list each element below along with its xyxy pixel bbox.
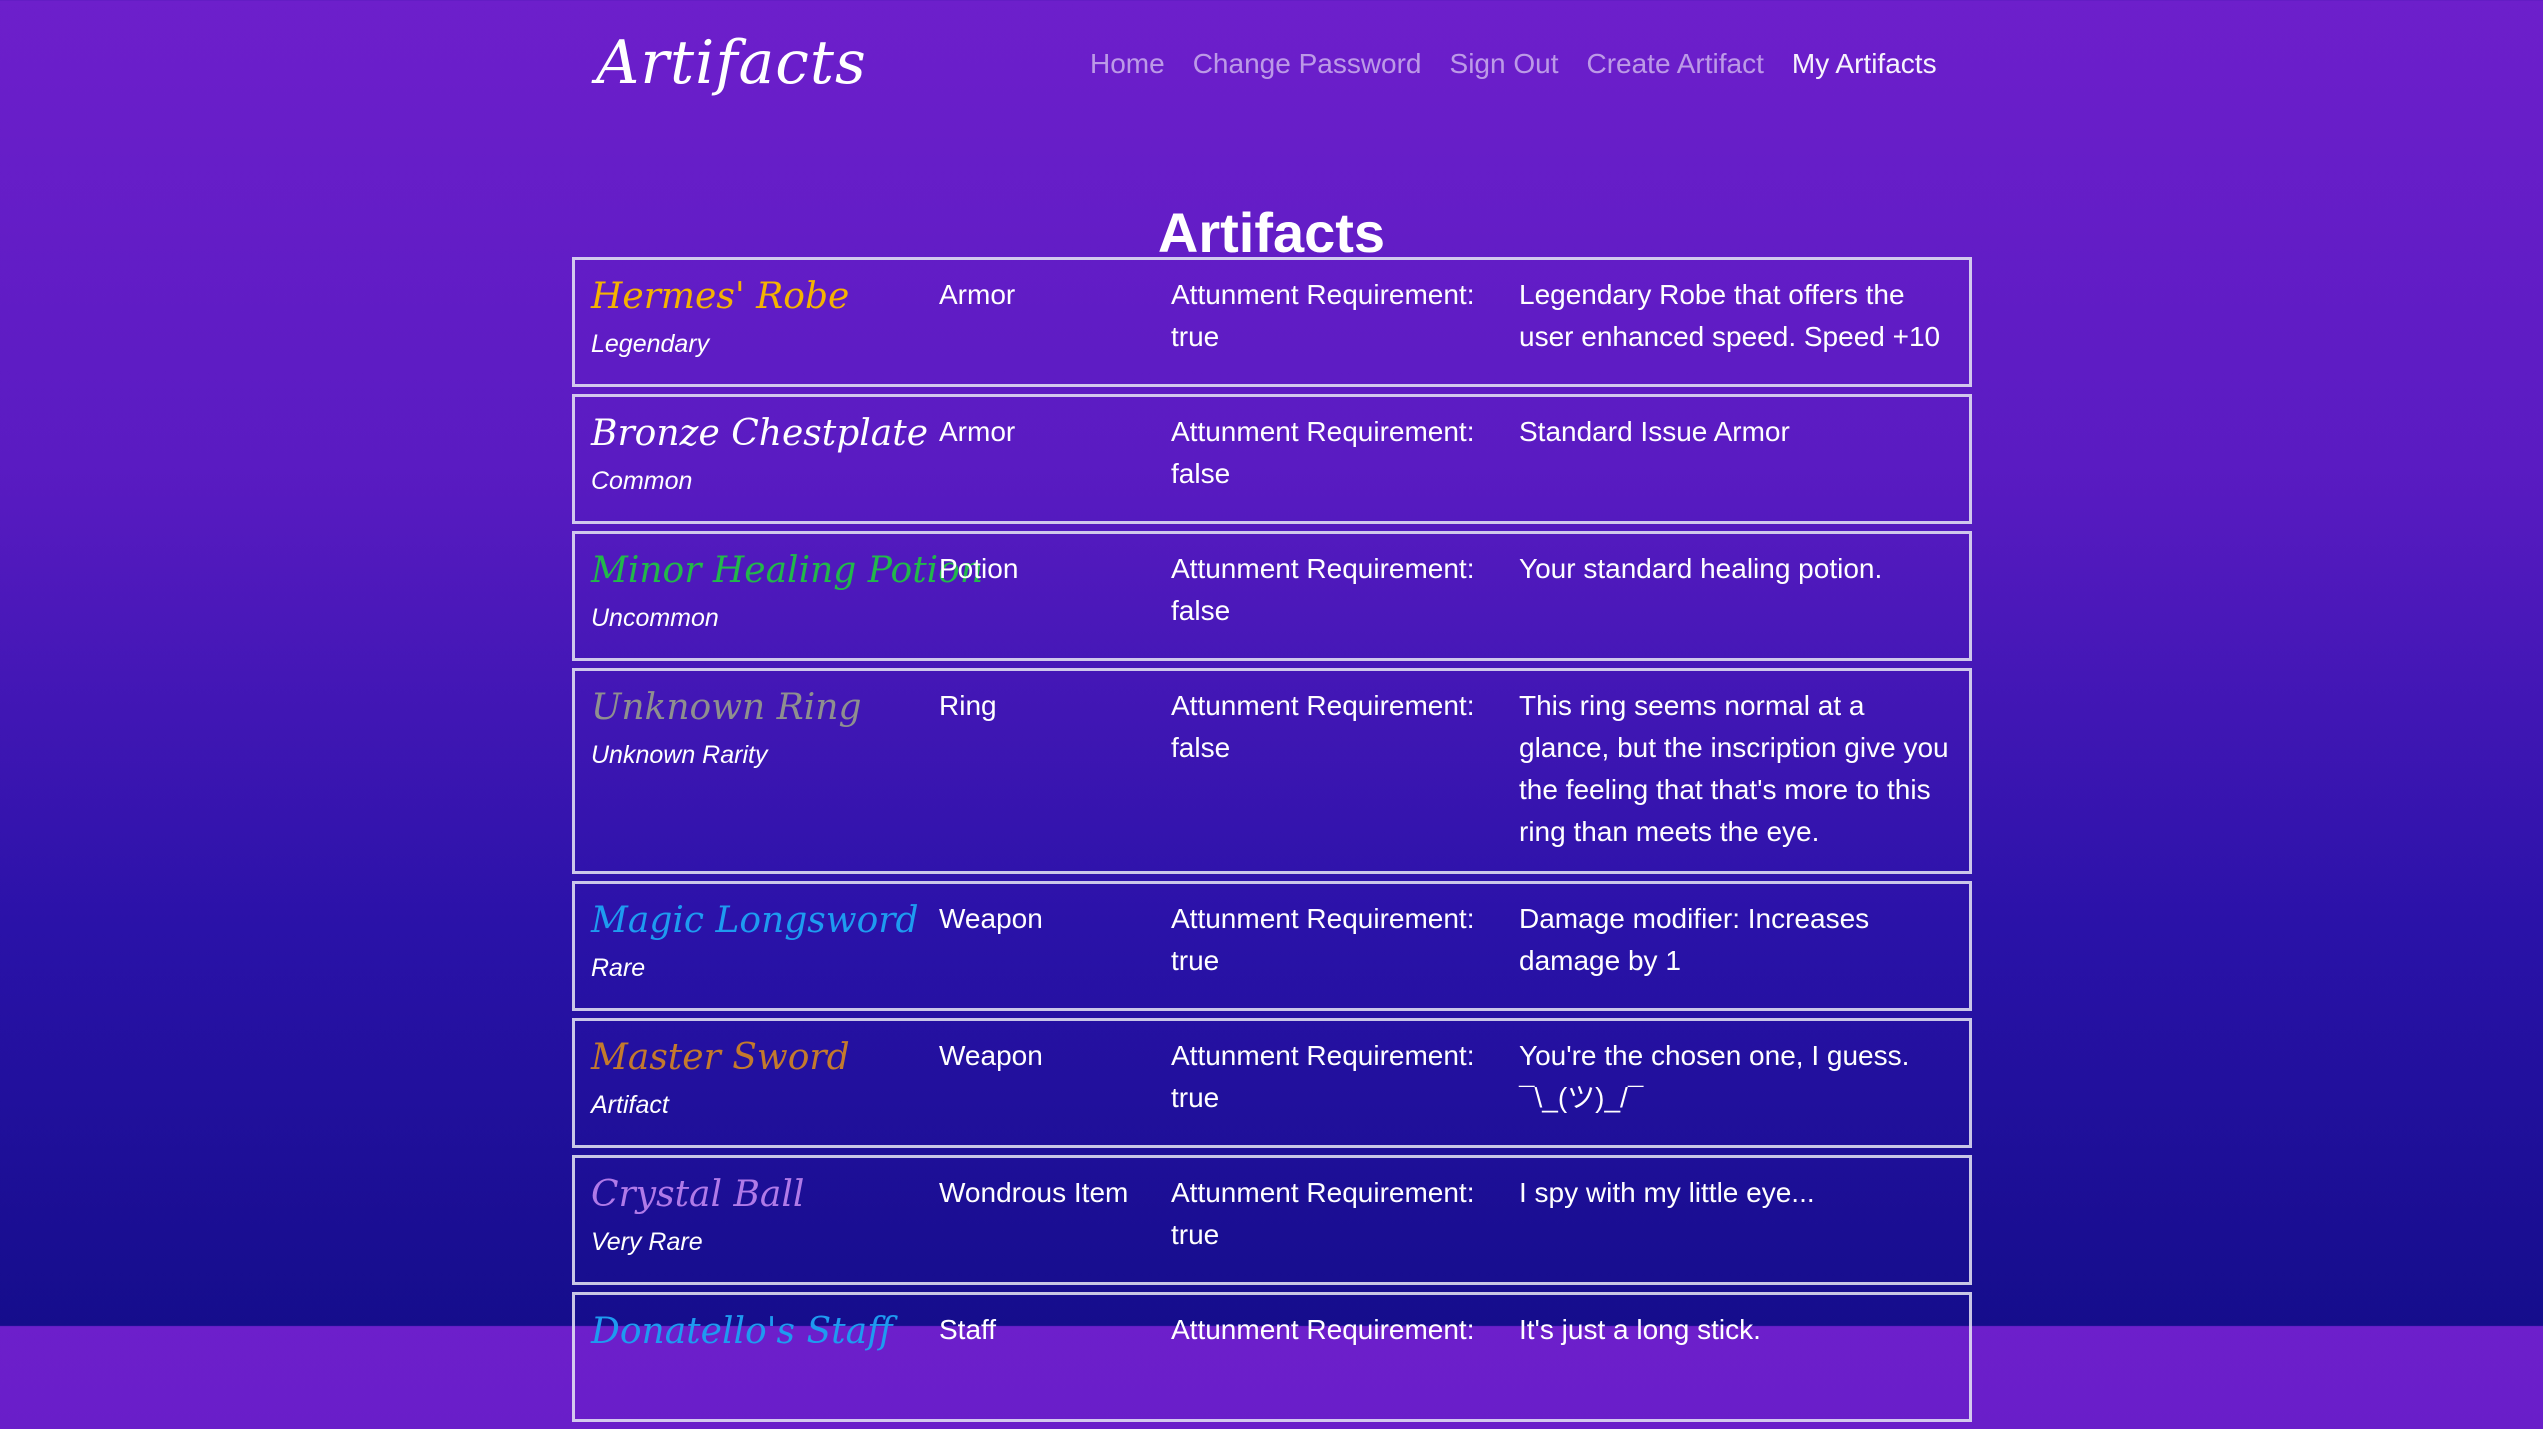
attunement-label: Attunment Requirement:: [1171, 903, 1475, 934]
artifact-row[interactable]: Magic Longsword Rare Weapon Attunment Re…: [572, 881, 1972, 1011]
artifact-type: Armor: [939, 416, 1016, 447]
artifact-row[interactable]: Unknown Ring Unknown Rarity Ring Attunme…: [572, 668, 1972, 874]
artifact-description: Damage modifier: Increases damage by 1: [1519, 903, 1870, 976]
artifact-row[interactable]: Donatello's Staff Staff Attunment Requir…: [572, 1292, 1972, 1422]
navbar: Artifacts Home Change Password Sign Out …: [0, 0, 2543, 140]
artifact-attunement: Attunment Requirement: true: [1171, 274, 1519, 366]
attunement-value: true: [1171, 1082, 1220, 1113]
nav-my-artifacts-link[interactable]: My Artifacts: [1792, 48, 1937, 80]
artifact-attunement: Attunment Requirement: true: [1171, 1172, 1519, 1264]
artifact-name: Donatello's Staff: [591, 1311, 893, 1352]
nav-change-password-link[interactable]: Change Password: [1193, 48, 1422, 80]
artifact-row[interactable]: Minor Healing Potion Uncommon Potion Att…: [572, 531, 1972, 661]
attunement-value: false: [1171, 458, 1231, 489]
artifact-attunement: Attunment Requirement: false: [1171, 411, 1519, 503]
artifact-rarity: Very Rare: [591, 1228, 703, 1256]
artifact-type: Wondrous Item: [939, 1177, 1129, 1208]
artifact-type: Staff: [939, 1314, 997, 1345]
artifact-name-cell: Master Sword Artifact: [591, 1035, 939, 1127]
nav-sign-out-link[interactable]: Sign Out: [1450, 48, 1559, 80]
artifact-type: Weapon: [939, 903, 1043, 934]
artifact-attunement: Attunment Requirement: true: [1171, 898, 1519, 990]
artifact-name-cell: Hermes' Robe Legendary: [591, 274, 939, 366]
attunement-value: true: [1171, 1219, 1220, 1250]
artifact-type: Weapon: [939, 1040, 1043, 1071]
artifact-row[interactable]: Master Sword Artifact Weapon Attunment R…: [572, 1018, 1972, 1148]
artifact-description: You're the chosen one, I guess. ¯\_(ツ)_/…: [1519, 1040, 1910, 1113]
artifact-description: I spy with my little eye...: [1519, 1177, 1815, 1208]
attunement-label: Attunment Requirement:: [1171, 553, 1475, 584]
artifact-name: Hermes' Robe: [591, 276, 850, 317]
attunement-value: false: [1171, 595, 1231, 626]
artifact-rarity: Uncommon: [591, 604, 719, 632]
artifact-row[interactable]: Bronze Chestplate Common Armor Attunment…: [572, 394, 1972, 524]
page-title: Artifacts: [1157, 200, 1386, 264]
attunement-label: Attunment Requirement:: [1171, 690, 1475, 721]
artifact-name: Unknown Ring: [591, 687, 862, 728]
artifact-rarity: Artifact: [591, 1091, 669, 1119]
artifact-name-cell: Crystal Ball Very Rare: [591, 1172, 939, 1264]
artifact-name: Minor Healing Potion: [591, 550, 984, 591]
nav-create-artifact-link[interactable]: Create Artifact: [1586, 48, 1763, 80]
artifact-attunement: Attunment Requirement: true: [1171, 1035, 1519, 1127]
attunement-value: false: [1171, 732, 1231, 763]
artifact-name: Master Sword: [591, 1037, 850, 1078]
artifact-name-cell: Bronze Chestplate Common: [591, 411, 939, 503]
attunement-label: Attunment Requirement:: [1171, 1314, 1475, 1345]
artifact-rarity: Unknown Rarity: [591, 741, 768, 769]
attunement-label: Attunment Requirement:: [1171, 279, 1475, 310]
artifact-rarity: Common: [591, 467, 693, 495]
artifact-name-cell: Magic Longsword Rare: [591, 898, 939, 990]
attunement-value: true: [1171, 321, 1220, 352]
artifact-type: Ring: [939, 690, 997, 721]
attunement-value: true: [1171, 945, 1220, 976]
nav-home-link[interactable]: Home: [1090, 48, 1165, 80]
artifact-attunement: Attunment Requirement: false: [1171, 685, 1519, 853]
artifact-name-cell: Donatello's Staff: [591, 1309, 939, 1401]
artifact-description: Legendary Robe that offers the user enha…: [1519, 279, 1941, 352]
artifact-attunement: Attunment Requirement:: [1171, 1309, 1519, 1401]
artifact-description: Your standard healing potion.: [1519, 553, 1883, 584]
artifact-description: Standard Issue Armor: [1519, 416, 1790, 447]
attunement-label: Attunment Requirement:: [1171, 1177, 1475, 1208]
attunement-label: Attunment Requirement:: [1171, 1040, 1475, 1071]
artifact-row[interactable]: Hermes' Robe Legendary Armor Attunment R…: [572, 257, 1972, 387]
artifact-description: It's just a long stick.: [1519, 1314, 1761, 1345]
artifact-name-cell: Minor Healing Potion Uncommon: [591, 548, 984, 640]
artifact-type: Armor: [939, 279, 1016, 310]
artifact-rarity: Legendary: [591, 330, 710, 358]
artifact-row[interactable]: Crystal Ball Very Rare Wondrous Item Att…: [572, 1155, 1972, 1285]
artifact-type: Potion: [939, 553, 1019, 584]
artifact-attunement: Attunment Requirement: false: [1171, 548, 1519, 640]
artifact-list: Hermes' Robe Legendary Armor Attunment R…: [572, 257, 1972, 1429]
artifact-description: This ring seems normal at a glance, but …: [1519, 690, 1949, 847]
artifact-name: Crystal Ball: [591, 1174, 805, 1215]
attunement-label: Attunment Requirement:: [1171, 416, 1475, 447]
artifact-rarity: Rare: [591, 954, 646, 982]
artifact-name-cell: Unknown Ring Unknown Rarity: [591, 685, 939, 853]
artifact-name: Bronze Chestplate: [591, 413, 929, 454]
artifact-name: Magic Longsword: [591, 900, 919, 941]
brand-logo[interactable]: Artifacts: [596, 28, 867, 98]
nav-menu: Home Change Password Sign Out Create Art…: [1090, 48, 1937, 80]
